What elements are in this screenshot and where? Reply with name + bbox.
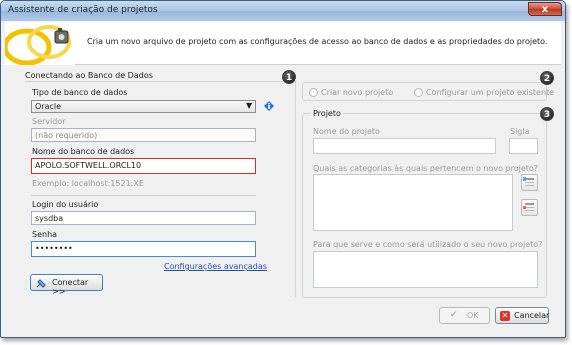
window-title: Assistente de criação de projetos <box>8 5 158 15</box>
password-label: Senha <box>32 230 58 239</box>
db-type-label: Tipo de banco de dados <box>32 88 128 97</box>
chevron-down-icon: ▼ <box>246 101 253 110</box>
title-bar[interactable]: Assistente de criação de projetos x <box>1 1 565 21</box>
new-project-label: Criar novo projeto <box>321 88 394 97</box>
remove-category-button[interactable] <box>521 199 538 216</box>
db-name-label: Nome do banco de dados <box>32 147 135 156</box>
project-name-label: Nome do projeto <box>313 127 380 136</box>
db-type-select[interactable]: Oracle ▼ <box>31 100 256 113</box>
connect-button-label: Conectar >> <box>52 278 89 296</box>
purpose-field[interactable] <box>313 251 538 288</box>
login-divider <box>31 195 256 196</box>
info-icon[interactable] <box>264 101 274 111</box>
ok-button-label: OK <box>467 311 479 320</box>
db-type-value: Oracle <box>35 102 62 111</box>
project-name-field[interactable] <box>313 138 496 154</box>
server-field[interactable]: (não requerido) <box>31 128 256 142</box>
wizard-banner: Cria um novo arquivo de projeto com as c… <box>5 22 561 65</box>
advanced-settings-link[interactable]: Configurações avançadas <box>164 262 267 271</box>
db-name-field[interactable]: APOLO.SOFTWELL.ORCL10 <box>31 158 256 174</box>
project-group-title: Projeto <box>311 109 343 118</box>
cancel-button-label: Cancelar <box>514 311 550 320</box>
wizard-window: Assistente de criação de projetos x Cria… <box>0 0 566 338</box>
wizard-logo-icon <box>5 22 75 65</box>
categories-label: Quais as categorias às quais pertencem o… <box>313 164 539 173</box>
step-3-badge: 3 <box>540 107 554 121</box>
categories-list[interactable] <box>313 174 513 231</box>
existing-project-radio[interactable] <box>414 88 423 97</box>
example-hint: Exemplo: localhost:1521:XE <box>32 179 144 188</box>
step-1-badge: 1 <box>282 70 296 84</box>
banner-description: Cria um novo arquivo de projeto com as c… <box>87 37 548 46</box>
existing-project-label: Configurar um projeto existente <box>426 88 555 97</box>
password-field[interactable]: •••••••• <box>31 241 256 257</box>
section-divider <box>25 81 283 82</box>
cancel-icon: ✕ <box>500 311 510 321</box>
acronym-label: Sigla <box>510 127 530 136</box>
connect-button[interactable]: Conectar >> <box>30 274 103 296</box>
panel-divider <box>295 79 296 297</box>
ok-button[interactable]: ✔ OK <box>439 307 490 324</box>
acronym-field[interactable] <box>509 138 538 154</box>
close-button[interactable]: x <box>528 2 562 16</box>
purpose-label: Para que serve e como será utilizado o s… <box>313 240 543 249</box>
add-category-button[interactable] <box>521 174 538 191</box>
login-field[interactable]: sysdba <box>31 211 256 225</box>
add-category-icon <box>523 177 534 186</box>
remove-category-icon <box>523 203 534 211</box>
check-icon: ✔ <box>450 310 458 320</box>
server-label: Servidor <box>32 117 66 126</box>
step-2-badge: 2 <box>540 71 554 85</box>
login-label: Login do usuário <box>32 200 99 209</box>
plug-icon <box>36 279 46 288</box>
connection-section-title: Conectando ao Banco de Dados <box>25 71 153 80</box>
new-project-radio[interactable] <box>309 88 318 97</box>
cancel-button[interactable]: ✕ Cancelar <box>495 307 549 324</box>
